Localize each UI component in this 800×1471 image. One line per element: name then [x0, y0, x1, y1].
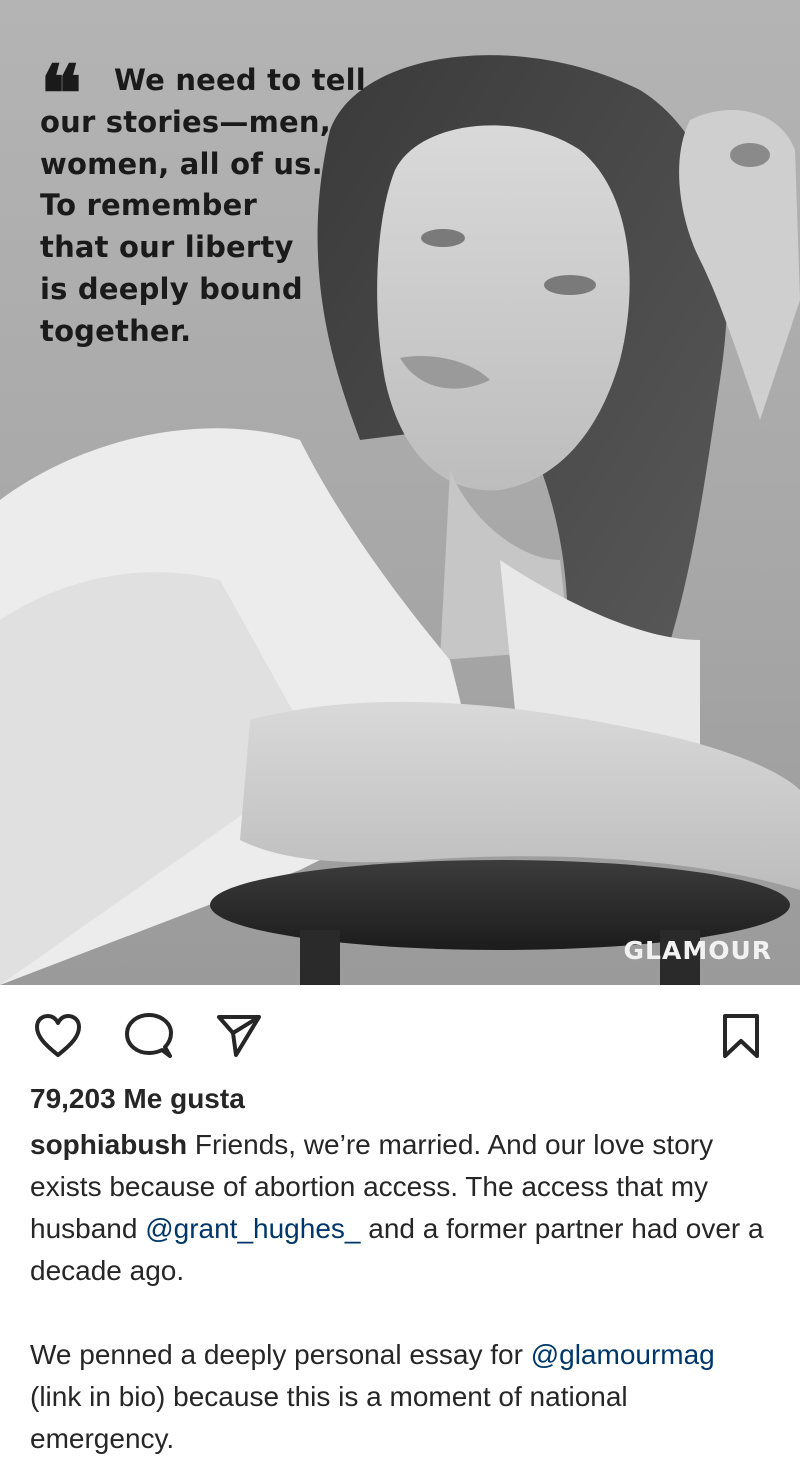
quote-text: We need to tell our stories—men, women, …: [40, 60, 400, 353]
action-bar: [0, 985, 800, 1081]
post-image[interactable]: ❝ We need to tell our stories—men, women…: [0, 0, 800, 985]
caption-text: (link in bio) because this is a moment o…: [30, 1381, 628, 1454]
heart-icon[interactable]: [33, 1011, 83, 1061]
quote-line: our stories—men,: [40, 104, 331, 139]
caption-paragraph: We penned a deeply personal essay for @g…: [30, 1334, 770, 1460]
brand-watermark: GLAMOUR: [623, 936, 772, 965]
quote-line: is deeply bound: [40, 271, 303, 306]
caption-paragraph: sophiabush Friends, we’re married. And o…: [30, 1124, 770, 1292]
like-count[interactable]: 79,203 Me gusta: [30, 1083, 245, 1115]
paper-plane-icon[interactable]: [214, 1011, 264, 1061]
quote-line: women, all of us.: [40, 146, 323, 181]
mention-link[interactable]: @glamourmag: [531, 1339, 715, 1370]
caption-username[interactable]: sophiabush: [30, 1129, 187, 1160]
post-caption: sophiabush Friends, we’re married. And o…: [30, 1124, 770, 1460]
quote-line: that our liberty: [40, 230, 294, 265]
mention-link[interactable]: @grant_hughes_: [145, 1213, 360, 1244]
quote-line: To remember: [40, 188, 257, 223]
quote-line: together.: [40, 313, 192, 348]
bookmark-icon[interactable]: [716, 1011, 766, 1061]
comment-icon[interactable]: [124, 1011, 174, 1061]
quote-line: We need to tell: [114, 63, 366, 97]
caption-text: We penned a deeply personal essay for: [30, 1339, 531, 1370]
